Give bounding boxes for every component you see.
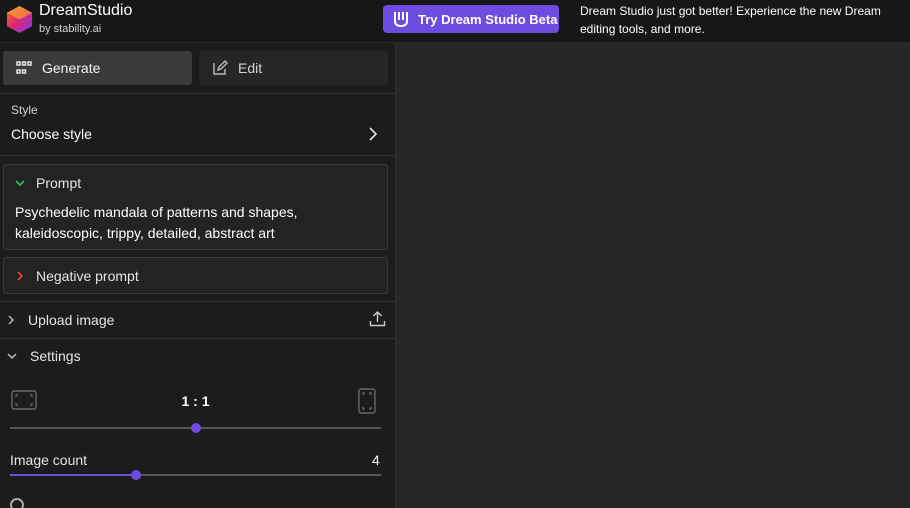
settings-toggle[interactable]: Settings bbox=[6, 348, 81, 364]
prompt-input[interactable]: Psychedelic mandala of patterns and shap… bbox=[15, 202, 375, 244]
chevron-down-icon bbox=[7, 353, 17, 360]
chevron-right-icon bbox=[8, 315, 15, 325]
image-count-slider-thumb[interactable] bbox=[131, 470, 142, 480]
chevron-right-icon bbox=[17, 271, 24, 281]
negative-prompt-section[interactable]: Negative prompt bbox=[3, 257, 388, 294]
announcement-text: Dream Studio just got better! Experience… bbox=[580, 4, 881, 36]
image-count-slider-fill bbox=[10, 474, 137, 476]
style-selector[interactable]: Choose style bbox=[11, 126, 92, 142]
tab-edit[interactable]: Edit bbox=[199, 51, 388, 85]
dreamstudio-logo-icon[interactable] bbox=[5, 5, 34, 34]
try-beta-button[interactable]: Try Dream Studio Beta bbox=[383, 5, 559, 33]
settings-panel: Generate Edit Style Choose style Prompt … bbox=[0, 43, 396, 508]
divider bbox=[0, 338, 395, 339]
upload-image-label: Upload image bbox=[28, 312, 115, 328]
image-count-value: 4 bbox=[372, 452, 380, 468]
edit-icon bbox=[213, 60, 228, 75]
prompt-header[interactable]: Prompt bbox=[14, 175, 81, 191]
divider bbox=[0, 93, 395, 94]
negative-prompt-label: Negative prompt bbox=[36, 268, 139, 284]
negative-prompt-header[interactable]: Negative prompt bbox=[14, 268, 139, 284]
image-count-label: Image count bbox=[10, 452, 88, 468]
brand-subtitle: by stability.ai bbox=[39, 23, 102, 35]
upload-image-toggle[interactable]: Upload image bbox=[6, 312, 114, 328]
portrait-frame-icon[interactable] bbox=[358, 388, 376, 414]
aspect-ratio-value: 1 : 1 bbox=[181, 393, 210, 409]
canvas-area bbox=[396, 43, 910, 508]
style-label: Style bbox=[11, 103, 38, 117]
tab-edit-label: Edit bbox=[238, 60, 263, 76]
top-bar: DreamStudio by stability.ai Try Dream St… bbox=[0, 0, 910, 43]
chevron-right-icon[interactable] bbox=[367, 126, 379, 142]
grid-icon bbox=[16, 61, 32, 74]
prompt-section: Prompt Psychedelic mandala of patterns a… bbox=[3, 164, 388, 250]
tab-generate-label: Generate bbox=[42, 60, 101, 76]
divider bbox=[0, 155, 395, 156]
aspect-ratio-slider-thumb[interactable] bbox=[190, 423, 201, 433]
chevron-down-icon bbox=[15, 180, 25, 187]
divider bbox=[0, 301, 395, 302]
upload-icon[interactable] bbox=[369, 310, 386, 327]
advanced-toggle[interactable] bbox=[10, 498, 24, 508]
try-beta-label: Try Dream Studio Beta bbox=[418, 11, 558, 27]
prompt-label: Prompt bbox=[36, 175, 82, 191]
brand-title: DreamStudio bbox=[39, 2, 133, 19]
tab-generate[interactable]: Generate bbox=[3, 51, 192, 85]
settings-label: Settings bbox=[30, 348, 81, 364]
stability-hand-icon bbox=[394, 12, 408, 28]
